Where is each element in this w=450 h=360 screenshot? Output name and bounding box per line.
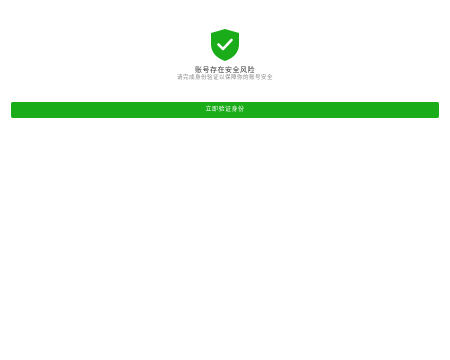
verification-page: 账号存在安全风险 请完成身份验证以保障你的账号安全 立即验证身份 — [0, 0, 450, 360]
status-description: 请完成身份验证以保障你的账号安全 — [176, 75, 273, 81]
status-title: 账号存在安全风险 — [195, 66, 255, 74]
verify-identity-button[interactable]: 立即验证身份 — [11, 102, 439, 118]
shield-check-icon — [211, 29, 239, 61]
